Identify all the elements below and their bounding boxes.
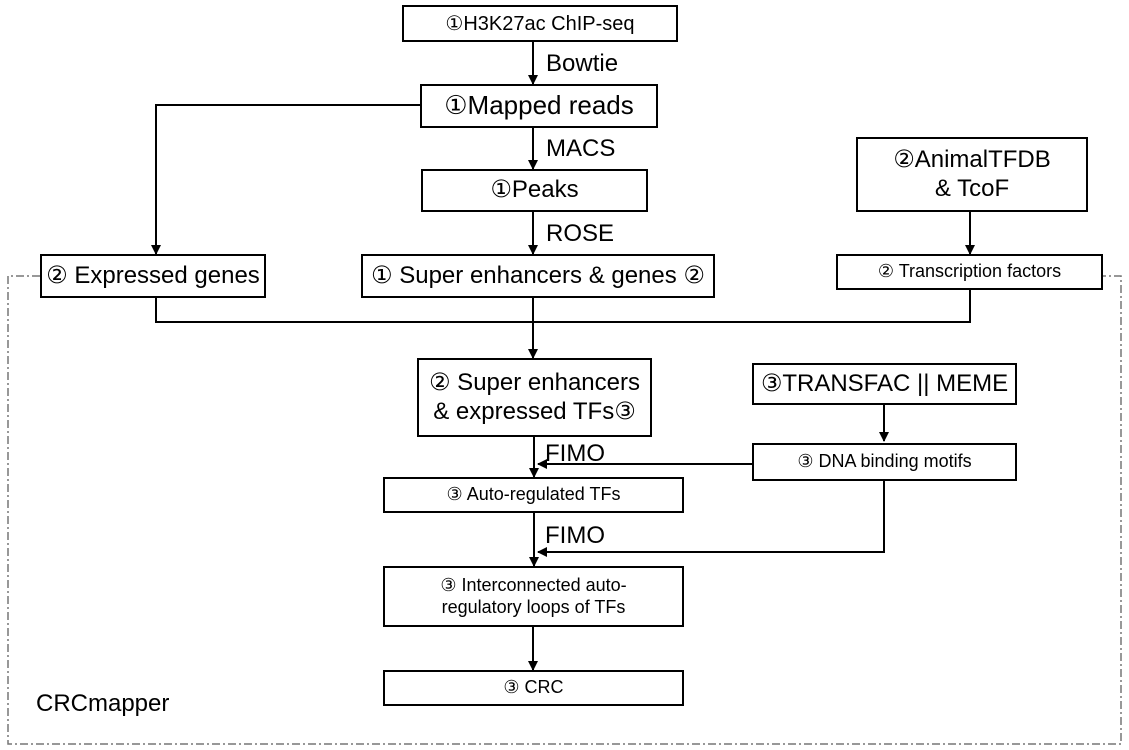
node-animaltfdb-line1: ②AnimalTFDB <box>893 145 1051 173</box>
node-peaks: ①Peaks <box>421 169 648 212</box>
edge-mapped-expressed <box>151 104 420 255</box>
node-se-tfs-line2: & expressed TFs③ <box>433 397 636 425</box>
node-chipseq: ①H3K27ac ChIP-seq <box>402 5 678 42</box>
node-auto-regulated-tfs: ③ Auto-regulated TFs <box>383 477 684 513</box>
node-animaltfdb-line2: & TcoF <box>934 174 1010 202</box>
node-loops-line2: regulatory loops of TFs <box>441 596 626 617</box>
edge-label-bowtie: Bowtie <box>546 50 619 77</box>
edge-label-fimo-2: FIMO <box>545 522 605 549</box>
node-transfac-meme: ③TRANSFAC || MEME <box>752 363 1017 405</box>
node-se-tfs-line1: ② Super enhancers <box>429 368 640 396</box>
edge-label-rose: ROSE <box>546 220 615 247</box>
node-crc: ③ CRC <box>383 670 684 706</box>
node-dna-binding-motifs: ③ DNA binding motifs <box>752 443 1017 481</box>
edge-label-macs: MACS <box>546 135 616 162</box>
node-super-enhancers-genes: ① Super enhancers & genes ② <box>361 254 715 298</box>
node-transcription-factors: ② Transcription factors <box>836 254 1103 290</box>
node-loops-line1: ③ Interconnected auto- <box>440 574 627 595</box>
edge-label-fimo-1: FIMO <box>545 440 605 467</box>
node-interconnected-loops: ③ Interconnected auto- regulatory loops … <box>383 566 684 627</box>
crcmapper-label: CRCmapper <box>36 690 170 717</box>
node-super-enhancers-expressed-tfs: ② Super enhancers & expressed TFs③ <box>417 358 652 437</box>
node-mapped-reads: ①Mapped reads <box>420 84 658 128</box>
node-expressed-genes: ② Expressed genes <box>40 254 266 298</box>
node-animaltfdb: ②AnimalTFDB & TcoF <box>856 137 1088 212</box>
